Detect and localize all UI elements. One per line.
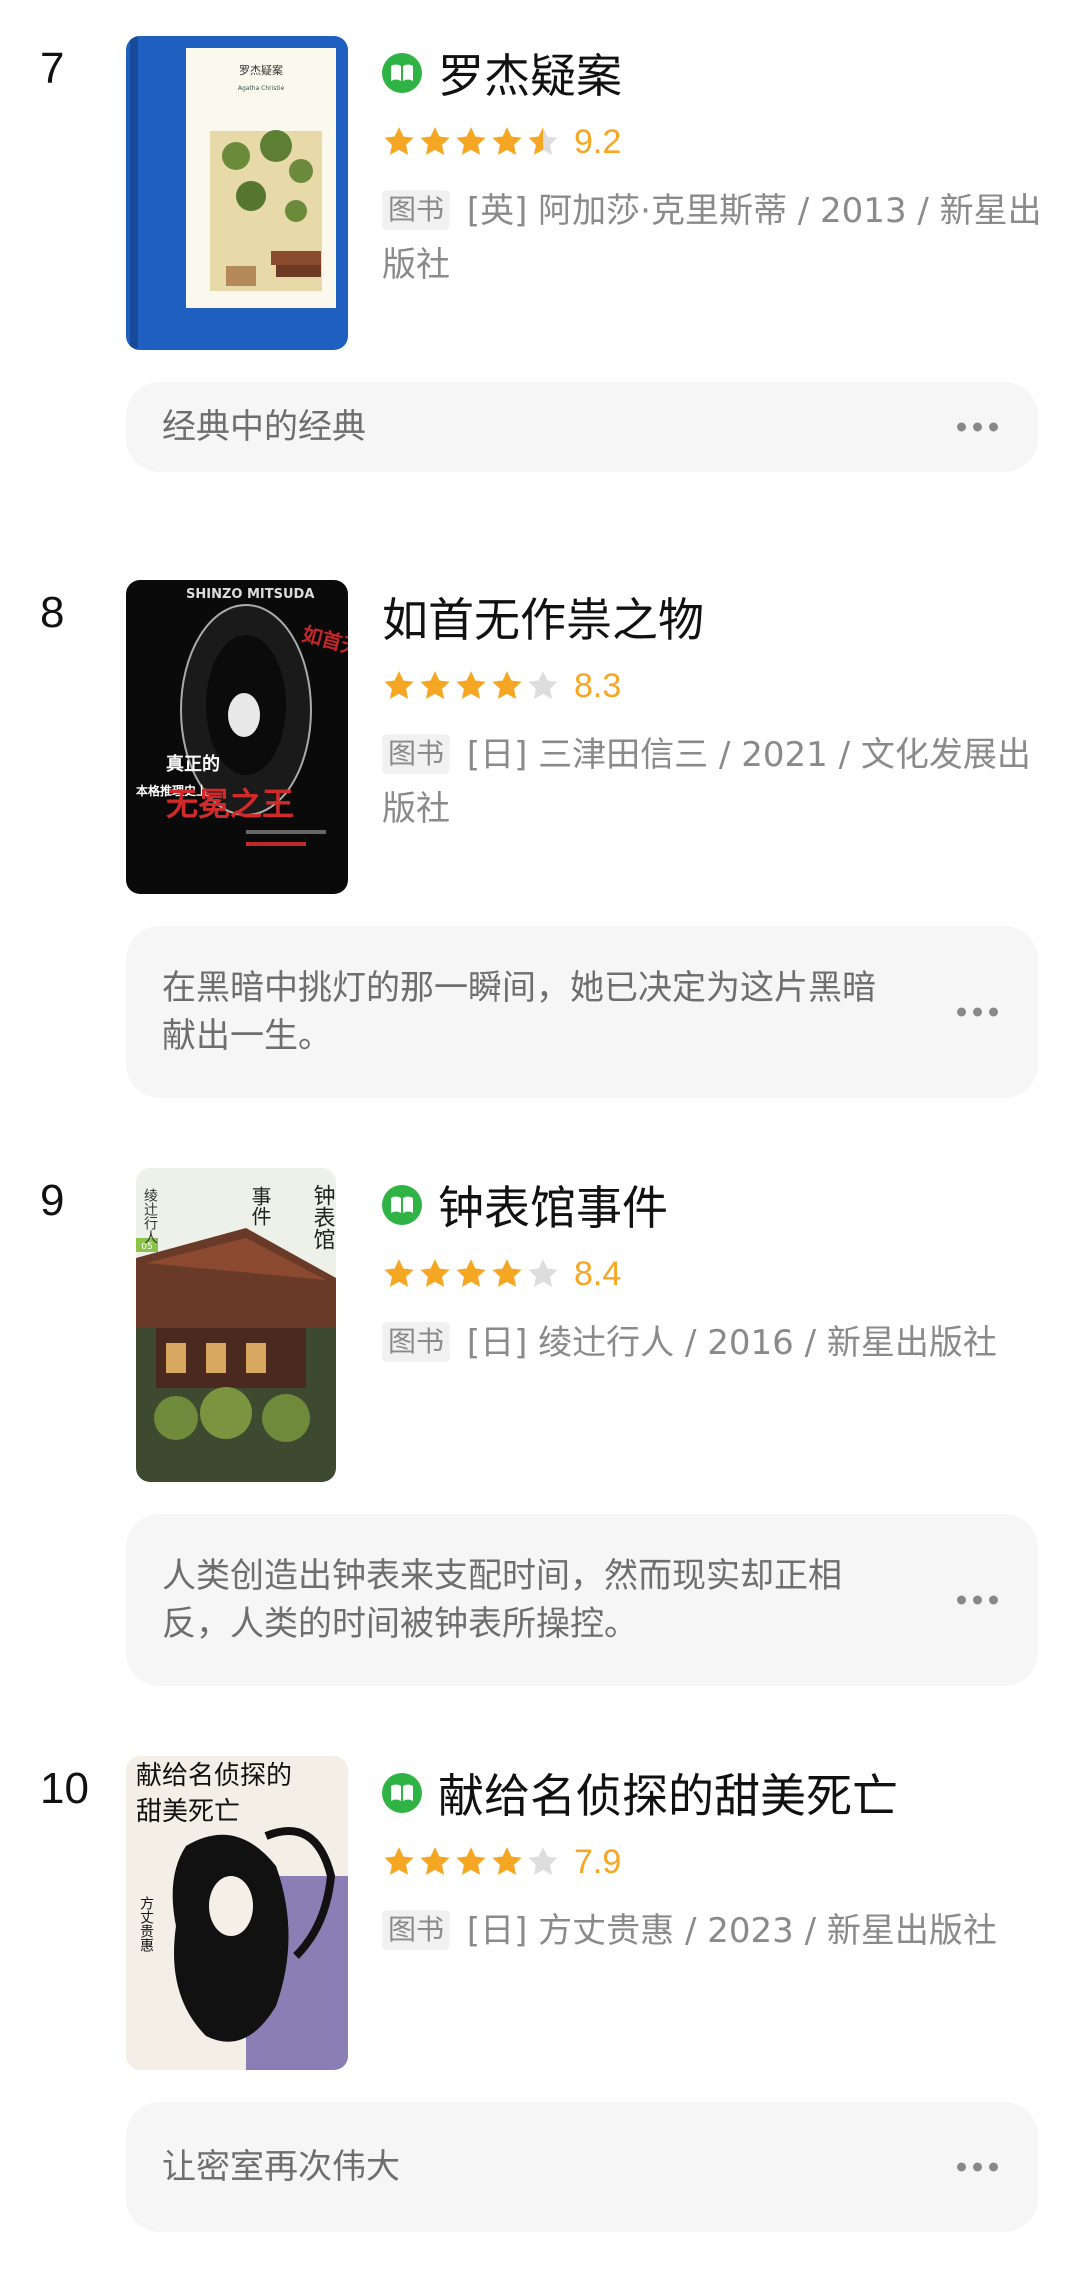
star-icon	[454, 669, 488, 703]
type-tag: 图书	[382, 1910, 451, 1950]
rank-number: 8	[40, 588, 65, 637]
book-meta: 图书 [日] 绫辻行人 / 2016 / 新星出版社	[382, 1316, 1042, 1370]
meta-text: [日] 方丈贵惠 / 2023 / 新星出版社	[466, 1911, 997, 1951]
comment-box[interactable]: 让密室再次伟大	[126, 2102, 1038, 2232]
book-cover[interactable]: 05 绫辻行人 钟表馆 事件	[136, 1168, 336, 1482]
book-meta: 图书 [英] 阿加莎·克里斯蒂 / 2013 / 新星出版社	[382, 184, 1042, 292]
cover-text: 事件	[248, 1186, 272, 1226]
comment-text: 人类创造出钟表来支配时间，然而现实却正相反，人类的时间被钟表所操控。	[162, 1556, 842, 1644]
star-icon	[526, 1257, 560, 1291]
book-list: 7 罗杰疑案 Agatha Christie 罗杰疑案 9.2 图书 [英] 阿…	[0, 0, 1080, 2273]
star-icon	[454, 125, 488, 159]
star-icon	[526, 1845, 560, 1879]
rating: 9.2	[382, 112, 1042, 172]
comment-box[interactable]: 在黑暗中挑灯的那一瞬间，她已决定为这片黑暗献出一生。	[126, 926, 1038, 1098]
star-icon	[418, 1257, 452, 1291]
star-icon	[490, 669, 524, 703]
star-rating	[382, 1257, 560, 1291]
star-icon	[382, 1257, 416, 1291]
book-meta: 图书 [日] 三津田信三 / 2021 / 文化发展出版社	[382, 728, 1042, 836]
meta-text: [日] 绫辻行人 / 2016 / 新星出版社	[466, 1323, 997, 1363]
book-title[interactable]: 献给名侦探的甜美死亡	[438, 1760, 898, 1826]
star-rating	[382, 125, 560, 159]
cover-text: 真正的	[166, 753, 220, 775]
star-rating	[382, 669, 560, 703]
rating: 8.4	[382, 1244, 1042, 1304]
rating: 7.9	[382, 1832, 1042, 1892]
read-icon	[382, 1773, 422, 1813]
cover-text: SHINZO MITSUDA	[186, 587, 314, 602]
cover-text: 献给名侦探的	[136, 1761, 292, 1791]
book-cover[interactable]: 献给名侦探的 甜美死亡 方丈贵惠	[126, 1756, 348, 2070]
type-tag: 图书	[382, 190, 451, 230]
comment-text: 在黑暗中挑灯的那一瞬间，她已决定为这片黑暗献出一生。	[162, 968, 876, 1056]
cover-text: 绫辻行人	[142, 1188, 158, 1244]
read-icon	[382, 53, 422, 93]
meta-text: [日] 三津田信三 / 2021 / 文化发展出版社	[382, 735, 1031, 829]
star-icon	[454, 1257, 488, 1291]
rank-number: 9	[40, 1176, 65, 1225]
book-title[interactable]: 罗杰疑案	[438, 40, 622, 106]
star-icon	[454, 1845, 488, 1879]
rating-score: 9.2	[574, 122, 622, 161]
book-cover[interactable]: 罗杰疑案 Agatha Christie	[126, 36, 348, 350]
book-meta: 图书 [日] 方丈贵惠 / 2023 / 新星出版社	[382, 1904, 1042, 1958]
type-tag: 图书	[382, 1322, 451, 1362]
cover-text: 无冕之王	[166, 785, 294, 823]
star-icon	[526, 125, 560, 159]
more-button[interactable]	[947, 1586, 1008, 1615]
star-icon	[418, 125, 452, 159]
read-icon	[382, 1185, 422, 1225]
star-icon	[490, 1845, 524, 1879]
more-button[interactable]	[947, 2153, 1008, 2182]
star-icon	[418, 669, 452, 703]
rating: 8.3	[382, 656, 1042, 716]
type-tag: 图书	[382, 734, 451, 774]
book-title[interactable]: 钟表馆事件	[438, 1172, 668, 1238]
star-icon	[418, 1845, 452, 1879]
rating-score: 8.3	[574, 666, 622, 705]
book-title[interactable]: 如首无作祟之物	[382, 584, 704, 650]
star-icon	[526, 669, 560, 703]
cover-text: 罗杰疑案	[239, 63, 283, 77]
rating-score: 7.9	[574, 1842, 622, 1881]
more-button[interactable]	[947, 413, 1008, 442]
comment-text: 经典中的经典	[162, 407, 366, 447]
star-icon	[490, 1257, 524, 1291]
star-icon	[382, 125, 416, 159]
star-rating	[382, 1845, 560, 1879]
comment-box[interactable]: 人类创造出钟表来支配时间，然而现实却正相反，人类的时间被钟表所操控。	[126, 1514, 1038, 1686]
book-cover[interactable]: SHINZO MITSUDA 如首无作祟之物 本格推理史上 真正的 无冕之王	[126, 580, 348, 894]
comment-text: 让密室再次伟大	[162, 2147, 400, 2187]
star-icon	[382, 669, 416, 703]
rank-number: 10	[40, 1764, 89, 1813]
rank-number: 7	[40, 44, 65, 93]
more-button[interactable]	[947, 998, 1008, 1027]
star-icon	[382, 1845, 416, 1879]
comment-box[interactable]: 经典中的经典	[126, 382, 1038, 472]
cover-text: 钟表馆	[310, 1184, 336, 1250]
cover-text: 方丈贵惠	[138, 1896, 154, 1952]
cover-text: Agatha Christie	[238, 85, 285, 92]
meta-text: [英] 阿加莎·克里斯蒂 / 2013 / 新星出版社	[382, 191, 1042, 285]
rating-score: 8.4	[574, 1254, 622, 1293]
star-icon	[490, 125, 524, 159]
cover-text: 甜美死亡	[136, 1797, 240, 1827]
